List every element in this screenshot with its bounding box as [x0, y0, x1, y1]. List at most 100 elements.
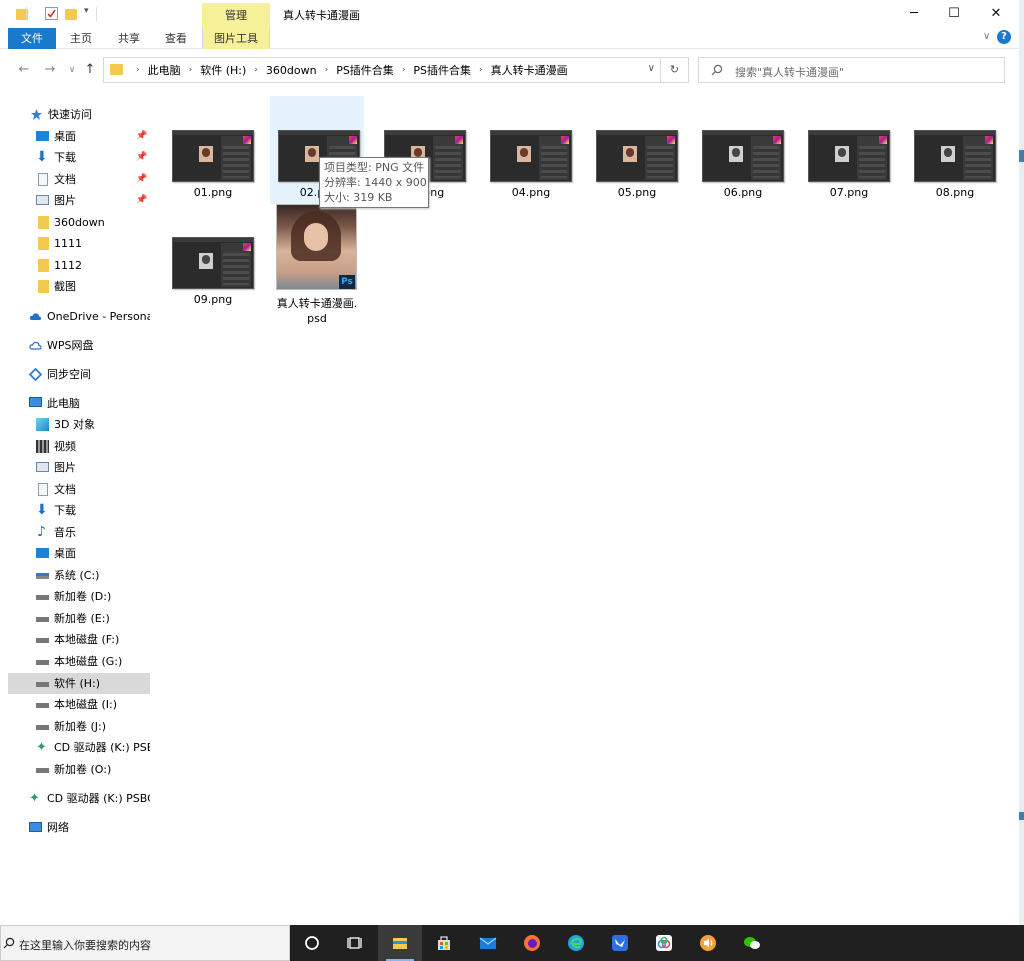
- nav-pc-documents[interactable]: 文档: [8, 479, 150, 500]
- taskbar-wechat[interactable]: [730, 925, 774, 961]
- nav-wps-cloud[interactable]: WPS网盘: [8, 335, 150, 356]
- tab-file[interactable]: 文件: [8, 28, 56, 49]
- refresh-icon[interactable]: ↻: [660, 58, 688, 82]
- pin-icon[interactable]: 📌: [136, 190, 147, 211]
- file-list: 01.png02.png03.png04.png05.png06.png07.p…: [150, 90, 1019, 925]
- file-item-7[interactable]: 07.png: [804, 96, 894, 202]
- nav-folder-1111[interactable]: 1111: [8, 233, 150, 254]
- nav-3d-objects[interactable]: 3D 对象: [8, 414, 150, 435]
- properties-icon[interactable]: [45, 7, 58, 20]
- expand-ribbon-icon[interactable]: ∨: [983, 31, 990, 42]
- image-thumbnail: [808, 130, 890, 182]
- file-item-6[interactable]: 06.png: [698, 96, 788, 202]
- manage-tab[interactable]: 管理: [202, 3, 270, 28]
- chevron-down-icon[interactable]: ∨: [648, 63, 655, 74]
- chevron-right-icon[interactable]: ›: [136, 65, 140, 75]
- nav-folder-1112[interactable]: 1112: [8, 255, 150, 276]
- file-item-4[interactable]: 04.png: [486, 96, 576, 202]
- taskbar-firefox[interactable]: [510, 925, 554, 961]
- nav-drive-o[interactable]: 新加卷 (O:): [8, 759, 150, 780]
- folder-icon: [110, 64, 123, 75]
- taskbar-feishu[interactable]: [598, 925, 642, 961]
- nav-folder-360down[interactable]: 360down: [8, 212, 150, 233]
- nav-drive-h[interactable]: 软件 (H:): [8, 673, 150, 694]
- nav-this-pc[interactable]: 此电脑: [8, 393, 150, 414]
- nav-drive-j[interactable]: 新加卷 (J:): [8, 716, 150, 737]
- forward-arrow-icon[interactable]: →: [42, 61, 58, 79]
- taskbar-search[interactable]: 在这里输入你要搜索的内容: [0, 925, 290, 961]
- pin-icon[interactable]: 📌: [136, 126, 147, 147]
- quick-access-dropdown-icon[interactable]: ▾: [84, 6, 89, 20]
- file-name: 真人转卡通漫画. psd: [272, 296, 362, 326]
- recent-locations-icon[interactable]: ∨: [64, 61, 80, 79]
- nav-label: 1111: [54, 237, 82, 250]
- new-folder-icon[interactable]: [65, 9, 77, 20]
- nav-desktop[interactable]: 桌面 📌: [8, 126, 150, 147]
- taskbar-audio-app[interactable]: [686, 925, 730, 961]
- file-item-9[interactable]: 09.png: [168, 203, 258, 309]
- close-button[interactable]: ✕: [973, 0, 1019, 28]
- thumb-panel: [645, 136, 675, 180]
- baidu-netdisk-icon: [656, 935, 672, 951]
- nav-drive-g[interactable]: 本地磁盘 (G:): [8, 651, 150, 672]
- chevron-right-icon[interactable]: ›: [479, 65, 483, 75]
- nav-drive-e[interactable]: 新加卷 (E:): [8, 608, 150, 629]
- nav-onedrive[interactable]: OneDrive - Persona: [8, 306, 150, 327]
- crumb-360down[interactable]: 360down: [266, 64, 317, 77]
- nav-drive-k[interactable]: ✦ CD 驱动器 (K:) PSE: [8, 737, 150, 758]
- search-box[interactable]: 搜索"真人转卡通漫画": [698, 57, 1005, 83]
- chevron-right-icon[interactable]: ›: [402, 65, 406, 75]
- taskbar-baidu-netdisk[interactable]: [642, 925, 686, 961]
- nav-pc-pictures[interactable]: 图片: [8, 457, 150, 478]
- search-input[interactable]: 搜索"真人转卡通漫画": [735, 64, 844, 80]
- nav-drive-d[interactable]: 新加卷 (D:): [8, 586, 150, 607]
- taskbar-search-input[interactable]: 在这里输入你要搜索的内容: [19, 937, 151, 953]
- nav-quick-access[interactable]: 快速访问: [8, 104, 150, 125]
- nav-pictures[interactable]: 图片 📌: [8, 190, 150, 211]
- nav-videos[interactable]: 视频: [8, 436, 150, 457]
- file-item-8[interactable]: 08.png: [910, 96, 1000, 202]
- crumb-this-pc[interactable]: 此电脑: [148, 62, 181, 78]
- ribbon-tabs: 文件 主页 共享 查看 图片工具 ∨ ?: [0, 28, 1019, 49]
- image-thumbnail: [490, 130, 572, 182]
- nav-sync-space[interactable]: 同步空间: [8, 364, 150, 385]
- nav-pc-downloads[interactable]: ⬇ 下载: [8, 500, 150, 521]
- nav-pc-desktop[interactable]: 桌面: [8, 543, 150, 564]
- tab-share[interactable]: 共享: [110, 28, 148, 49]
- nav-documents[interactable]: 文档 📌: [8, 169, 150, 190]
- nav-folder-screenshots[interactable]: 截图: [8, 276, 150, 297]
- crumb-ps-plugins-2[interactable]: PS插件合集: [413, 62, 471, 78]
- crumb-ps-plugins[interactable]: PS插件合集: [336, 62, 394, 78]
- taskbar-mail[interactable]: [466, 925, 510, 961]
- address-bar[interactable]: › 此电脑 › 软件 (H:) › 360down › PS插件合集 › PS插…: [103, 57, 689, 83]
- taskbar-edge[interactable]: [554, 925, 598, 961]
- task-view-button[interactable]: [334, 925, 378, 961]
- chevron-right-icon[interactable]: ›: [325, 65, 329, 75]
- nav-drive-f[interactable]: 本地磁盘 (F:): [8, 629, 150, 650]
- nav-downloads[interactable]: ⬇ 下载 📌: [8, 147, 150, 168]
- nav-cd-drive[interactable]: ✦ CD 驱动器 (K:) PSBC: [8, 788, 150, 809]
- help-icon[interactable]: ?: [997, 30, 1011, 44]
- chevron-right-icon[interactable]: ›: [254, 65, 258, 75]
- tab-view[interactable]: 查看: [157, 28, 195, 49]
- nav-network[interactable]: 网络: [8, 817, 150, 838]
- pin-icon[interactable]: 📌: [136, 169, 147, 190]
- pin-icon[interactable]: 📌: [136, 147, 147, 168]
- nav-drive-i[interactable]: 本地磁盘 (I:): [8, 694, 150, 715]
- maximize-button[interactable]: ☐: [931, 0, 977, 28]
- taskbar-file-explorer[interactable]: [378, 925, 422, 961]
- chevron-right-icon[interactable]: ›: [189, 65, 193, 75]
- taskbar-store[interactable]: [422, 925, 466, 961]
- tab-picture-tools[interactable]: 图片工具: [202, 28, 270, 49]
- nav-drive-c[interactable]: 系统 (C:): [8, 565, 150, 586]
- file-item-psd[interactable]: Ps 真人转卡通漫画. psd: [272, 202, 362, 325]
- file-item-1[interactable]: 01.png: [168, 96, 258, 202]
- nav-music[interactable]: ♪ 音乐: [8, 522, 150, 543]
- file-item-5[interactable]: 05.png: [592, 96, 682, 202]
- tab-home[interactable]: 主页: [62, 28, 100, 49]
- up-arrow-icon[interactable]: ↑: [82, 61, 98, 79]
- crumb-drive-h[interactable]: 软件 (H:): [200, 62, 246, 78]
- cortana-button[interactable]: [290, 925, 334, 961]
- crumb-current-folder[interactable]: 真人转卡通漫画: [491, 62, 568, 78]
- back-arrow-icon[interactable]: ←: [16, 61, 32, 79]
